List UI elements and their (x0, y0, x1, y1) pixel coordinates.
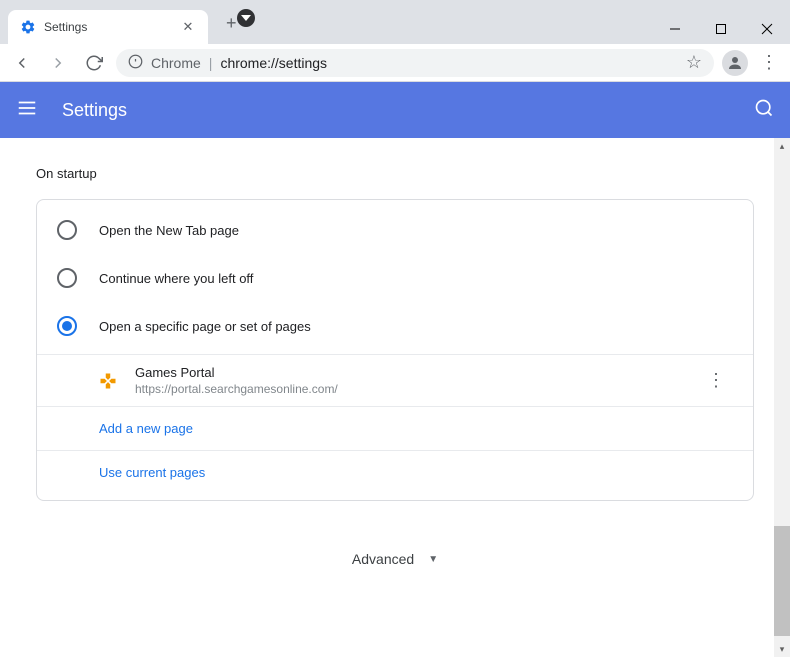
startup-option-new-tab[interactable]: Open the New Tab page (37, 206, 753, 254)
gear-icon (20, 19, 36, 35)
page-entry-name: Games Portal (135, 365, 681, 380)
window-controls (652, 14, 790, 44)
minimize-button[interactable] (652, 14, 698, 44)
add-page-link[interactable]: Add a new page (99, 421, 193, 436)
use-current-link[interactable]: Use current pages (99, 465, 205, 480)
page-entry-url: https://portal.searchgamesonline.com/ (135, 382, 681, 396)
tab-close-button[interactable]: ✕ (180, 19, 196, 35)
radio-button[interactable] (57, 316, 77, 336)
close-window-button[interactable] (744, 14, 790, 44)
radio-button[interactable] (57, 220, 77, 240)
kebab-menu-button[interactable]: ⋮ (756, 50, 782, 76)
profile-button[interactable] (722, 50, 748, 76)
game-controller-icon (99, 372, 117, 390)
add-page-row[interactable]: Add a new page (37, 406, 753, 450)
address-bar: Chrome | chrome://settings ☆ ⋮ (0, 44, 790, 82)
radio-label: Open the New Tab page (99, 223, 239, 238)
window-titlebar: Settings ✕ + (0, 0, 790, 44)
back-button[interactable] (8, 49, 36, 77)
advanced-label: Advanced (352, 551, 414, 567)
tab-title: Settings (44, 20, 87, 34)
address-label: Chrome (151, 55, 201, 71)
bookmark-star-icon[interactable]: ☆ (686, 52, 702, 73)
hamburger-menu-icon[interactable] (16, 97, 38, 124)
startup-card: Open the New Tab page Continue where you… (36, 199, 754, 501)
radio-button[interactable] (57, 268, 77, 288)
scroll-down-arrow[interactable]: ▾ (774, 641, 790, 657)
content-area: ▴ ▾ On startup Open the New Tab page Con… (0, 138, 790, 657)
address-separator: | (209, 55, 213, 71)
startup-page-entry: Games Portal https://portal.searchgameso… (37, 354, 753, 406)
content-scroll: On startup Open the New Tab page Continu… (0, 138, 790, 657)
browser-tab[interactable]: Settings ✕ (8, 10, 208, 44)
reload-button[interactable] (80, 49, 108, 77)
scrollbar-thumb[interactable] (774, 526, 790, 636)
chevron-down-icon: ▼ (428, 554, 438, 565)
search-icon[interactable] (754, 98, 774, 123)
maximize-button[interactable] (698, 14, 744, 44)
settings-header: Settings (0, 82, 790, 138)
section-title: On startup (36, 166, 754, 181)
media-control-icon[interactable] (237, 9, 255, 27)
radio-label: Continue where you left off (99, 271, 253, 286)
site-info-icon[interactable] (128, 54, 143, 72)
address-url: chrome://settings (220, 55, 327, 71)
radio-label: Open a specific page or set of pages (99, 319, 311, 334)
page-entry-menu-button[interactable]: ⋮ (699, 366, 733, 395)
startup-option-continue[interactable]: Continue where you left off (37, 254, 753, 302)
new-tab-button[interactable]: + (226, 13, 237, 34)
advanced-toggle[interactable]: Advanced ▼ (36, 551, 754, 567)
forward-button[interactable] (44, 49, 72, 77)
use-current-row[interactable]: Use current pages (37, 450, 753, 494)
page-title: Settings (62, 100, 127, 121)
startup-option-specific-page[interactable]: Open a specific page or set of pages (37, 302, 753, 350)
scroll-up-arrow[interactable]: ▴ (774, 138, 790, 154)
scrollbar-track[interactable]: ▴ ▾ (774, 138, 790, 657)
url-field[interactable]: Chrome | chrome://settings ☆ (116, 49, 714, 77)
